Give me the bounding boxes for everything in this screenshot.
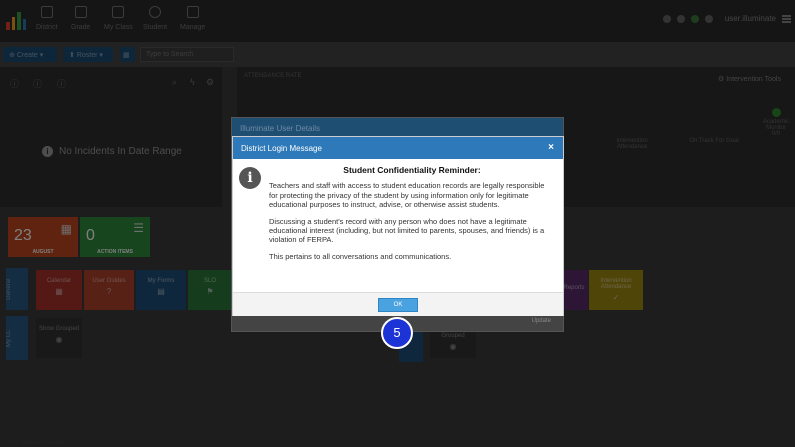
modal-title: District Login Message [241, 144, 322, 153]
info-icon: i [239, 167, 261, 189]
modal-body: Student Confidentiality Reminder: Teache… [269, 165, 555, 268]
modal-header: District Login Message × [233, 137, 563, 159]
step-marker: 5 [381, 317, 413, 349]
user-details-title: Illuminate User Details [232, 118, 563, 138]
modal-paragraph-1: Teachers and staff with access to studen… [269, 181, 545, 210]
close-icon[interactable]: × [548, 142, 554, 153]
modal-heading: Student Confidentiality Reminder: [343, 165, 481, 175]
district-login-modal: District Login Message × i Student Confi… [232, 136, 564, 316]
modal-footer: OK [233, 292, 563, 316]
modal-paragraph-2: Discussing a student's record with any p… [269, 216, 545, 245]
update-button[interactable]: Update [532, 318, 551, 324]
ok-button[interactable]: OK [378, 298, 418, 312]
modal-paragraph-3: This pertains to all conversations and c… [269, 251, 452, 261]
dashboard-page: District Grade My Class Student Manage u… [0, 0, 795, 447]
